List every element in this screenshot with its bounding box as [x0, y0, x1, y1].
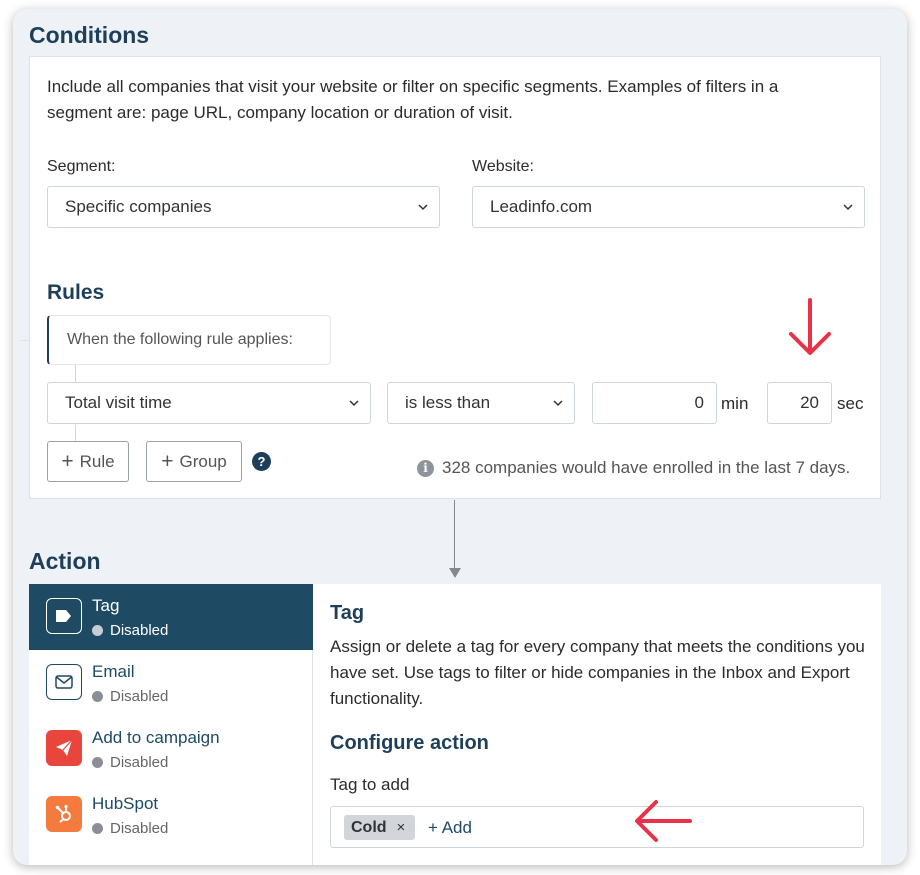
action-item-tag[interactable]: Tag Disabled: [29, 584, 313, 650]
tag-chip: Cold ×: [344, 815, 416, 840]
help-icon[interactable]: ?: [252, 452, 271, 471]
remove-tag-icon[interactable]: ×: [397, 819, 406, 836]
action-title: Action: [29, 548, 101, 574]
action-list: Tag Disabled Email Disabled Add to campa…: [29, 584, 313, 865]
conditions-card: Include all companies that visit your we…: [20, 56, 881, 499]
campaign-icon: [46, 730, 82, 766]
action-item-email[interactable]: Email Disabled: [29, 650, 313, 716]
segment-select[interactable]: Specific companies: [47, 186, 440, 228]
tag-icon: [46, 598, 82, 634]
segment-select-value: Specific companies: [65, 197, 212, 216]
tree-connector: [75, 365, 76, 383]
action-item-name: Add to campaign: [92, 728, 220, 747]
status-dot: [92, 757, 103, 768]
rule-applies-text: When the following rule applies:: [67, 331, 293, 348]
minutes-unit: min: [721, 394, 749, 413]
tree-connector: [75, 425, 76, 441]
website-label: Website:: [472, 158, 534, 175]
hubspot-icon: [46, 796, 82, 832]
seconds-unit: sec: [837, 394, 864, 413]
email-icon: [46, 664, 82, 700]
plus-icon: +: [61, 450, 74, 473]
action-item-name: Tag: [92, 596, 120, 615]
action-item-name: Email: [92, 662, 135, 681]
add-group-button[interactable]: + Group: [146, 441, 242, 482]
add-rule-label: Rule: [79, 451, 115, 471]
add-tag-link[interactable]: + Add: [428, 818, 472, 838]
chevron-down-icon: [418, 204, 428, 211]
conditions-description: Include all companies that visit your we…: [47, 77, 779, 122]
rules-title: Rules: [47, 281, 105, 304]
action-item-add-to-campaign[interactable]: Add to campaign Disabled: [29, 716, 313, 782]
website-select[interactable]: Leadinfo.com: [472, 186, 865, 228]
rule-operator-value: is less than: [405, 393, 491, 412]
enrolled-info: i 328 companies would have enrolled in t…: [417, 458, 850, 478]
action-item-status: Disabled: [92, 820, 168, 837]
plus-icon: +: [161, 450, 174, 473]
tag-chip-label: Cold: [351, 818, 387, 836]
rule-operator-select[interactable]: is less than: [387, 382, 575, 424]
action-item-status: Disabled: [92, 688, 168, 705]
chevron-down-icon: [843, 204, 853, 211]
configure-action-title: Configure action: [330, 732, 489, 754]
flow-connector-line: [454, 500, 455, 568]
seconds-value: 20: [800, 393, 819, 412]
enrolled-text: 328 companies would have enrolled in the…: [442, 458, 851, 477]
action-item-hubspot[interactable]: HubSpot Disabled: [29, 782, 313, 848]
rule-field-select[interactable]: Total visit time: [47, 382, 371, 424]
info-icon: i: [417, 459, 434, 477]
minutes-value: 0: [694, 393, 704, 412]
app-frame: Conditions Include all companies that vi…: [13, 9, 907, 865]
panel-description: Assign or delete a tag for every company…: [330, 637, 865, 708]
seconds-input[interactable]: 20: [767, 382, 832, 424]
panel-title: Tag: [330, 602, 365, 624]
minutes-input[interactable]: 0: [592, 382, 717, 424]
chevron-down-icon: [349, 400, 359, 407]
action-item-status: Disabled: [92, 754, 168, 771]
action-item-name: HubSpot: [92, 794, 159, 813]
action-item-status: Disabled: [92, 622, 168, 639]
rule-field-value: Total visit time: [65, 393, 172, 412]
status-dot: [92, 691, 103, 702]
chevron-down-icon: [553, 400, 563, 407]
tag-input[interactable]: Cold × + Add: [330, 806, 864, 848]
tree-connector: [20, 340, 30, 341]
annotation-arrow-left-icon: [635, 800, 692, 842]
annotation-arrow-down-icon: [789, 298, 831, 355]
conditions-title: Conditions: [29, 22, 150, 48]
website-select-value: Leadinfo.com: [490, 197, 593, 216]
rule-applies-box: When the following rule applies:: [47, 315, 331, 365]
add-rule-button[interactable]: + Rule: [47, 441, 129, 482]
action-panel: Tag Assign or delete a tag for every com…: [313, 584, 881, 865]
status-dot: [92, 823, 103, 834]
segment-label: Segment:: [47, 158, 116, 175]
status-dot: [92, 625, 103, 636]
add-group-label: Group: [179, 451, 227, 471]
tag-to-add-label: Tag to add: [330, 775, 410, 794]
flow-connector-arrow-icon: [449, 568, 461, 578]
